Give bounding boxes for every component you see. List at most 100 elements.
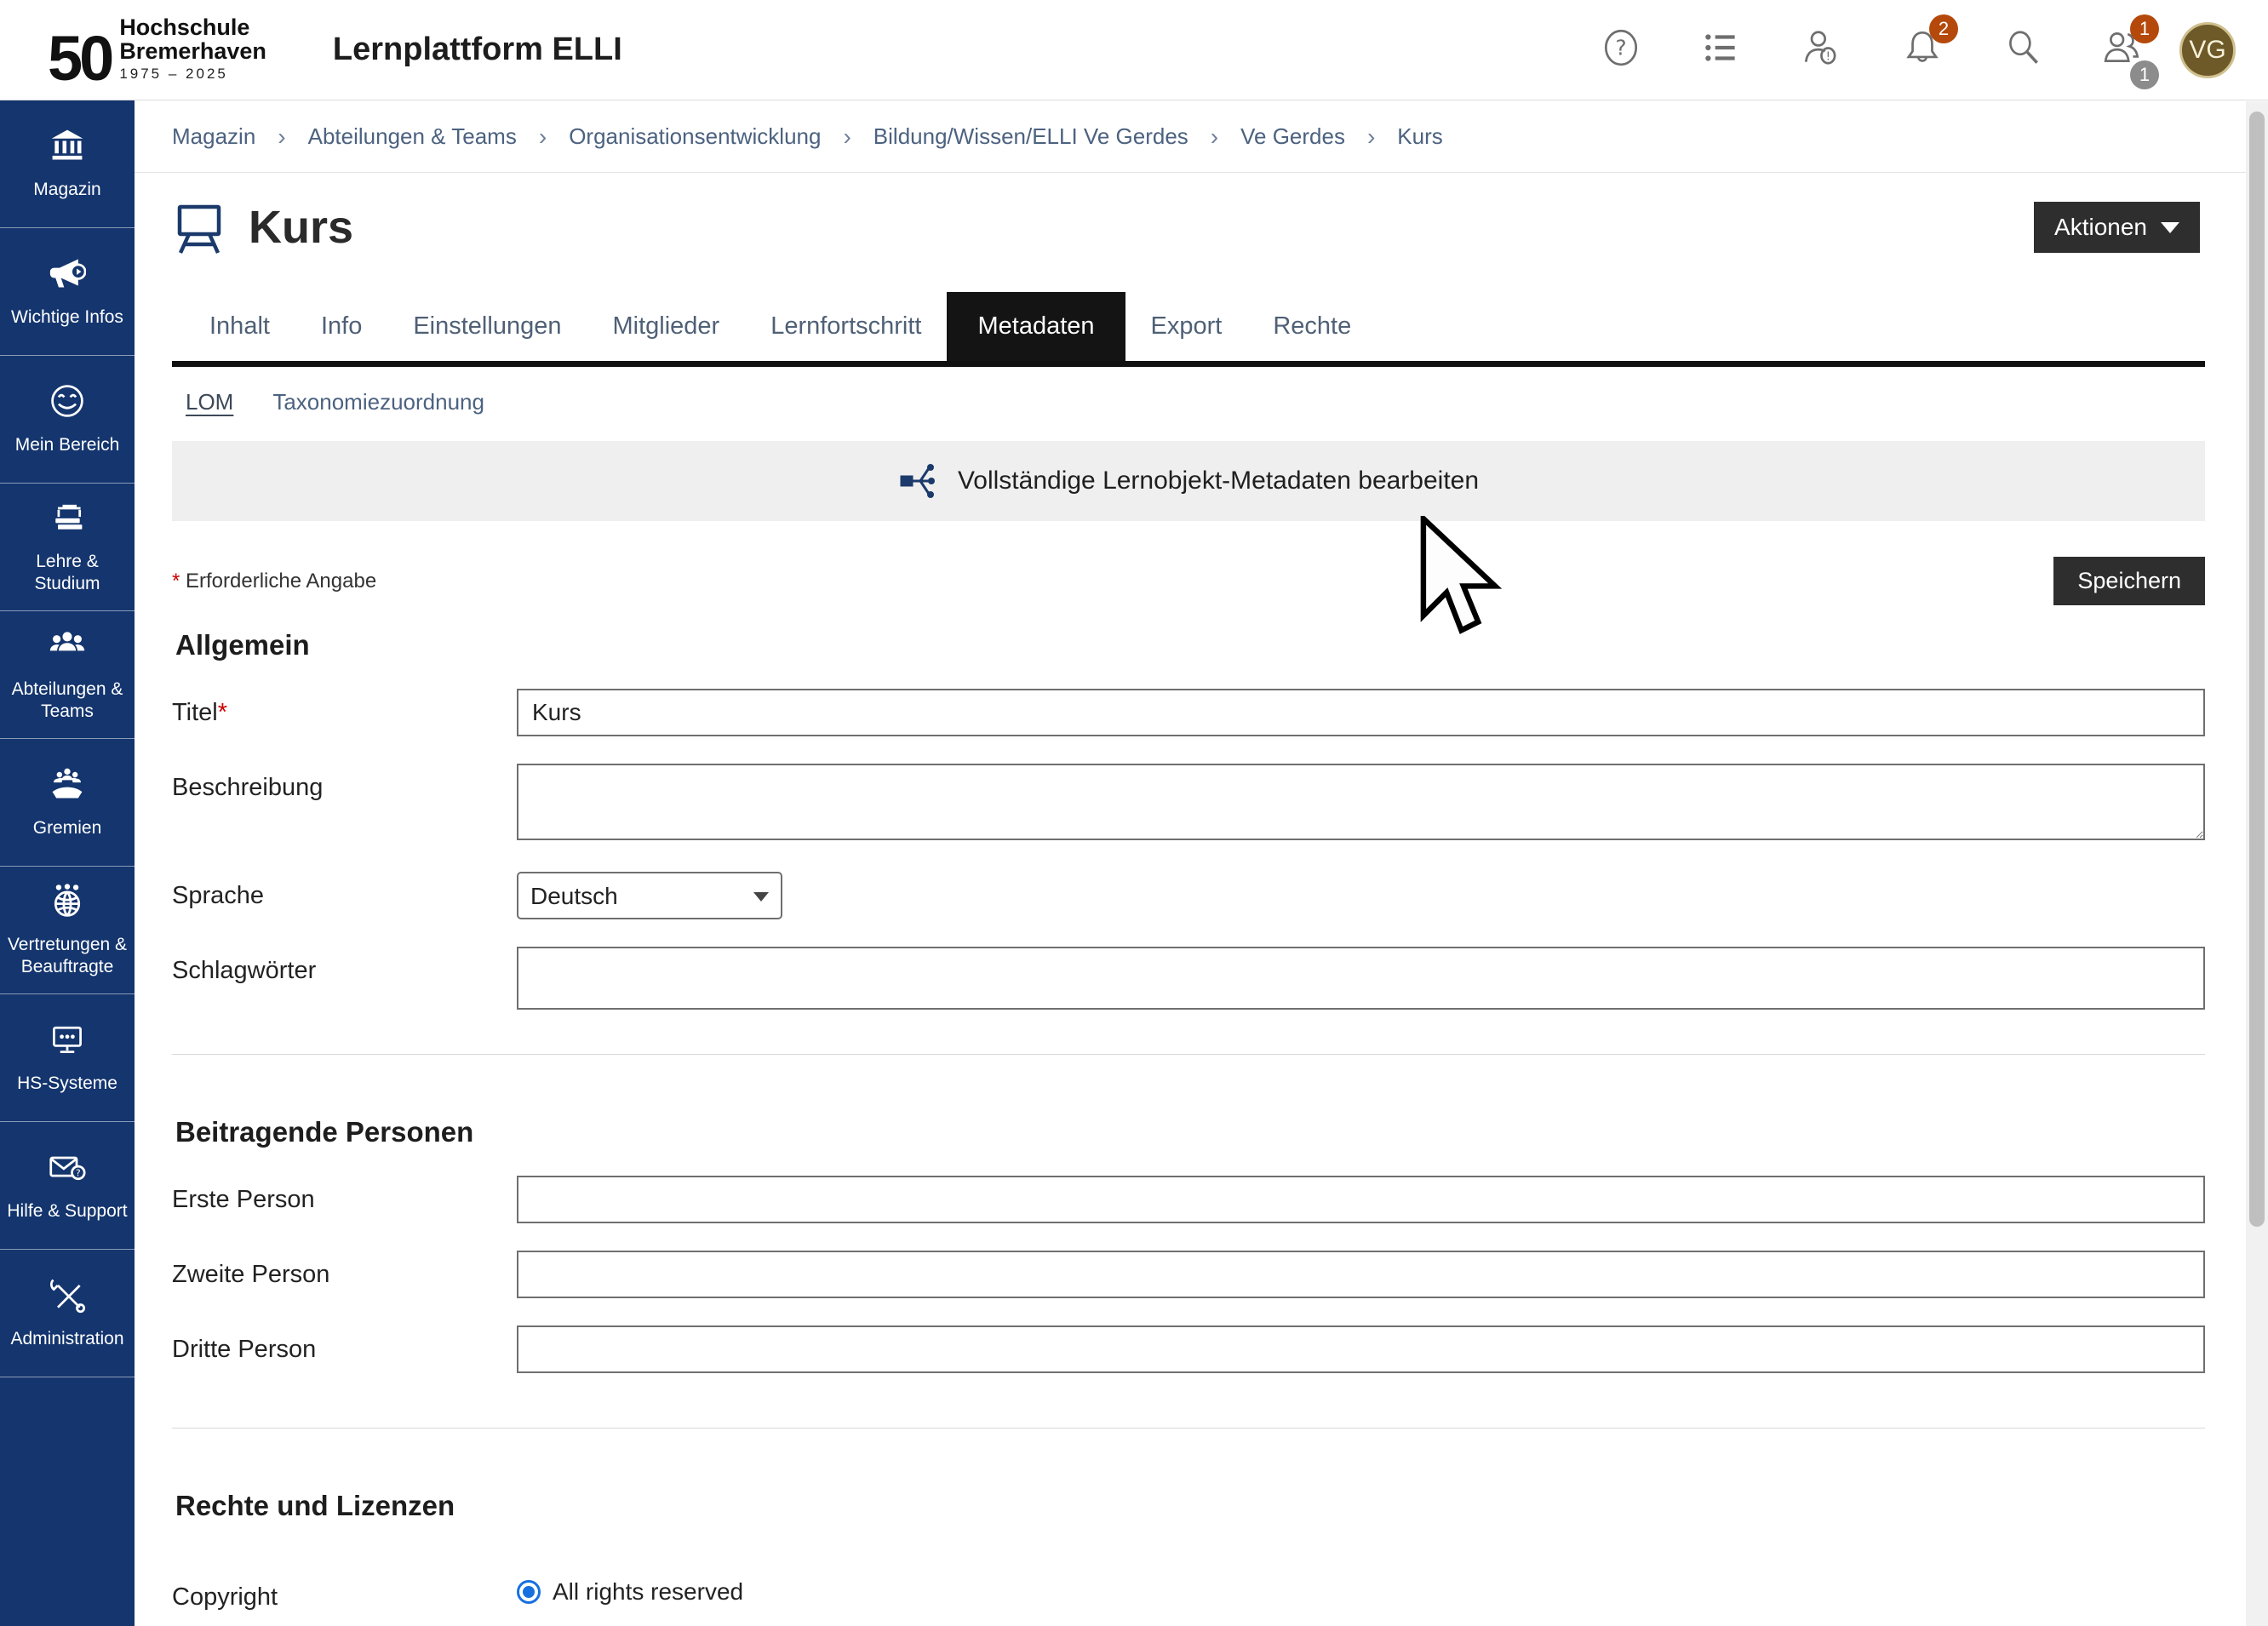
sidebar-item-vertretungen-beauftragte[interactable]: Vertretungen & Beauftragte [0,867,135,994]
dritte-person-input[interactable] [517,1325,2205,1373]
required-note: * Erforderliche Angabe [172,570,376,593]
tab-mitglieder[interactable]: Mitglieder [587,292,745,361]
edit-full-metadata-banner[interactable]: Vollständige Lernobjekt-Metadaten bearbe… [172,441,2205,521]
people-icon [49,627,86,668]
erste-person-input[interactable] [517,1176,2205,1223]
list-icon [1700,26,1743,73]
page-title-row: Kurs Aktionen [172,200,2205,255]
copyright-radio[interactable] [517,1580,541,1604]
sidebar: Magazin Wichtige Infos Mein Bereich Lehre &… [0,100,135,1626]
actions-button[interactable]: Aktionen [2034,202,2200,253]
save-button[interactable]: Speichern [2053,557,2205,605]
breadcrumb-item-magazin[interactable]: Magazin [172,123,255,150]
tab-metadaten[interactable]: Metadaten [947,292,1125,361]
committee-icon [49,765,86,807]
sprache-select[interactable]: Deutsch [517,872,782,919]
titel-required-asterisk: * [218,699,227,726]
section-heading-beitragende: Beitragende Personen [172,1116,2205,1148]
subtab-lom[interactable]: LOM [186,389,233,415]
sidebar-item-label: Lehre & Studium [5,551,129,596]
breadcrumb-separator-icon: › [843,123,850,151]
beschreibung-textarea[interactable] [517,764,2205,840]
schlagwoerter-label: Schlagwörter [172,947,517,1010]
sidebar-item-label: HS-Systeme [17,1073,117,1095]
monitor-icon [49,1021,86,1062]
bank-icon [49,127,86,169]
breadcrumb-item-kurs[interactable]: Kurs [1397,123,1442,150]
required-asterisk: * [172,570,180,593]
user-avatar[interactable]: VG [2179,22,2236,78]
dritte-person-label: Dritte Person [172,1325,517,1373]
sidebar-item-magazin[interactable]: Magazin [0,100,135,228]
tab-lernfortschritt[interactable]: Lernfortschritt [745,292,947,361]
help-icon: ? [1600,26,1642,73]
field-row-sprache: Sprache Deutsch [172,872,2205,919]
sidebar-item-mein-bereich[interactable]: Mein Bereich [0,356,135,484]
sidebar-item-hs-systeme[interactable]: HS-Systeme [0,994,135,1122]
schlagwoerter-input[interactable] [517,947,2205,1010]
logo-years: 1975 – 2025 [119,66,266,81]
field-row-schlagwoerter: Schlagwörter [172,947,2205,1010]
user-status-icon: ! [1801,26,1843,73]
top-icon-bar: ?! 2 11 [1599,28,2145,72]
sidebar-item-administration[interactable]: Administration [0,1250,135,1377]
titel-input[interactable] [517,689,2205,736]
banner-label: Vollständige Lernobjekt-Metadaten bearbe… [958,467,1479,495]
section-heading-allgemein: Allgemein [172,629,2205,661]
books-icon [49,499,86,541]
metadata-hub-icon [898,461,939,501]
chevron-down-icon [2161,222,2179,233]
breadcrumb-separator-icon: › [278,123,285,151]
svg-text:?: ? [76,1167,81,1178]
tab-einstellungen[interactable]: Einstellungen [387,292,587,361]
smiley-icon [49,382,86,424]
breadcrumb-item-ve-gerdes[interactable]: Ve Gerdes [1240,123,1345,150]
zweite-person-label: Zweite Person [172,1251,517,1298]
help-button[interactable]: ? [1599,28,1643,72]
sidebar-item-label: Hilfe & Support [7,1200,127,1222]
sprache-label: Sprache [172,872,517,919]
tab-rechte[interactable]: Rechte [1247,292,1377,361]
megaphone-icon [49,255,86,296]
main-area: Magazin › Abteilungen & Teams › Organisation… [135,101,2246,1626]
breadcrumb-item-abteilungen-teams[interactable]: Abteilungen & Teams [308,123,517,150]
user-status-button[interactable]: ! [1800,28,1844,72]
logo-50-number: 50 [48,33,111,83]
field-row-beschreibung: Beschreibung [172,764,2205,844]
section-heading-rechte: Rechte und Lizenzen [172,1490,2205,1522]
sidebar-item-abteilungen-teams[interactable]: Abteilungen & Teams [0,611,135,739]
sidebar-item-gremien[interactable]: Gremien [0,739,135,867]
breadcrumb-item-organisationsentwicklung[interactable]: Organisationsentwicklung [569,123,821,150]
tab-info[interactable]: Info [295,292,387,361]
beschreibung-label: Beschreibung [172,764,517,844]
sidebar-item-hilfe-support[interactable]: ? Hilfe & Support [0,1122,135,1250]
breadcrumb-item-bildung-wissen-elli-ve-gerdes[interactable]: Bildung/Wissen/ELLI Ve Gerdes [873,123,1188,150]
notifications-button[interactable]: 2 [1900,28,1944,72]
sidebar-item-label: Wichtige Infos [11,306,123,329]
sidebar-item-label: Gremien [33,817,102,839]
tab-inhalt[interactable]: Inhalt [184,292,295,361]
tab-export[interactable]: Export [1125,292,1248,361]
contacts-button[interactable]: 11 [2101,28,2145,72]
badge-count: 2 [1929,14,1958,43]
mail-question-icon: ? [49,1148,86,1190]
breadcrumb: Magazin › Abteilungen & Teams › Organisation… [135,101,2246,173]
search-button[interactable] [2001,28,2045,72]
zweite-person-input[interactable] [517,1251,2205,1298]
scrollbar-thumb[interactable] [2249,112,2265,1227]
form-header-row: * Erforderliche Angabe Speichern [172,557,2205,605]
sidebar-item-label: Mein Bereich [15,434,120,456]
tools-icon [49,1276,86,1318]
subtab-taxonomiezuordnung[interactable]: Taxonomiezuordnung [272,389,484,415]
globe-people-icon [49,882,86,924]
page-title: Kurs [249,201,353,254]
search-icon [2002,26,2044,73]
badge-count: 1 [2130,14,2159,43]
subtab-bar: LOM Taxonomiezuordnung [172,367,2205,415]
hochschule-bremerhaven-logo: 50 Hochschule Bremerhaven 1975 – 2025 [48,16,266,83]
sidebar-item-label: Abteilungen & Teams [5,678,129,724]
main-menu-list-button[interactable] [1699,28,1744,72]
breadcrumb-separator-icon: › [539,123,547,151]
sidebar-item-lehre-studium[interactable]: Lehre & Studium [0,484,135,611]
sidebar-item-wichtige-infos[interactable]: Wichtige Infos [0,228,135,356]
